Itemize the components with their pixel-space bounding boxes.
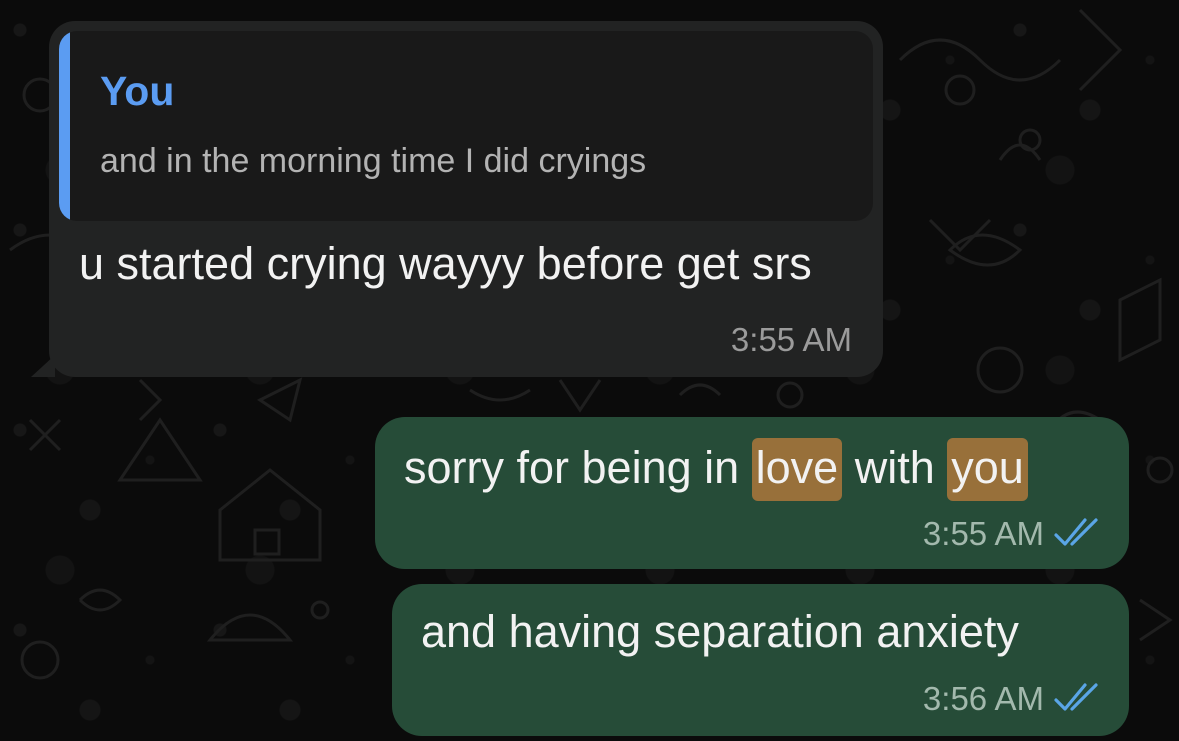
message-timestamp: 3:56 AM (922, 680, 1044, 717)
message-text: sorry for being in love with you (404, 438, 1028, 501)
message-text-segment: with (842, 442, 948, 493)
reply-quote[interactable]: You and in the morning time I did crying… (59, 31, 873, 221)
double-check-icon (1054, 683, 1098, 711)
search-highlight: love (751, 438, 843, 501)
message-text: u started crying wayyy before get srs (79, 238, 812, 289)
outgoing-message-bubble[interactable]: and having separation anxiety 3:56 AM (392, 584, 1129, 736)
reply-quote-bar (59, 31, 70, 221)
outgoing-message-bubble[interactable]: sorry for being in love with you 3:55 AM (375, 417, 1129, 569)
message-timestamp: 3:55 AM (922, 515, 1044, 552)
reply-quote-text: and in the morning time I did cryings (100, 142, 647, 180)
reply-quote-author: You (100, 68, 175, 114)
search-highlight: you (947, 438, 1028, 501)
message-timestamp: 3:55 AM (730, 321, 852, 358)
bubble-tail (31, 355, 55, 377)
message-text: and having separation anxiety (421, 606, 1019, 657)
message-text-segment: sorry for being in (404, 442, 752, 493)
double-check-icon (1054, 518, 1098, 546)
incoming-message-bubble[interactable]: You and in the morning time I did crying… (31, 21, 883, 377)
